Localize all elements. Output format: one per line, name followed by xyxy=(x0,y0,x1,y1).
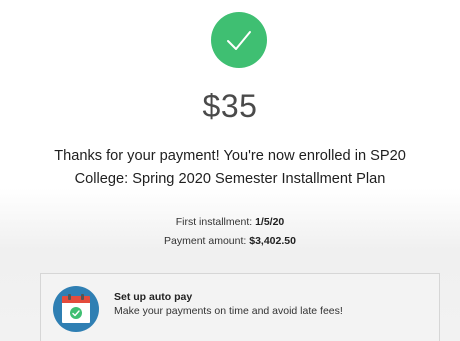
autopay-card[interactable]: Set up auto pay Make your payments on ti… xyxy=(40,273,440,341)
autopay-subtitle: Make your payments on time and avoid lat… xyxy=(114,305,343,317)
autopay-title: Set up auto pay xyxy=(114,291,193,303)
installment-details: First installment: 1/5/20 Payment amount… xyxy=(0,213,460,251)
first-installment-value: 1/5/20 xyxy=(255,216,285,228)
enrollment-message-line-1: Thanks for your payment! You're now enro… xyxy=(54,148,406,164)
payment-amount-row: Payment amount: $3,402.50 xyxy=(0,232,460,251)
enrollment-message-line-2: College: Spring 2020 Semester Installmen… xyxy=(74,171,386,187)
first-installment-label: First installment: xyxy=(175,216,253,228)
calendar-check-icon xyxy=(53,286,99,332)
payment-amount-value: $3,402.50 xyxy=(249,235,296,247)
checkmark-icon xyxy=(211,12,267,68)
payment-confirmation-page: $35 Thanks for your payment! You're now … xyxy=(0,0,460,341)
enrollment-message: Thanks for your payment! You're now enro… xyxy=(20,145,440,191)
payment-amount-heading: $35 xyxy=(202,88,258,124)
payment-amount-label: Payment amount: xyxy=(164,235,247,247)
first-installment-row: First installment: 1/5/20 xyxy=(0,213,460,232)
